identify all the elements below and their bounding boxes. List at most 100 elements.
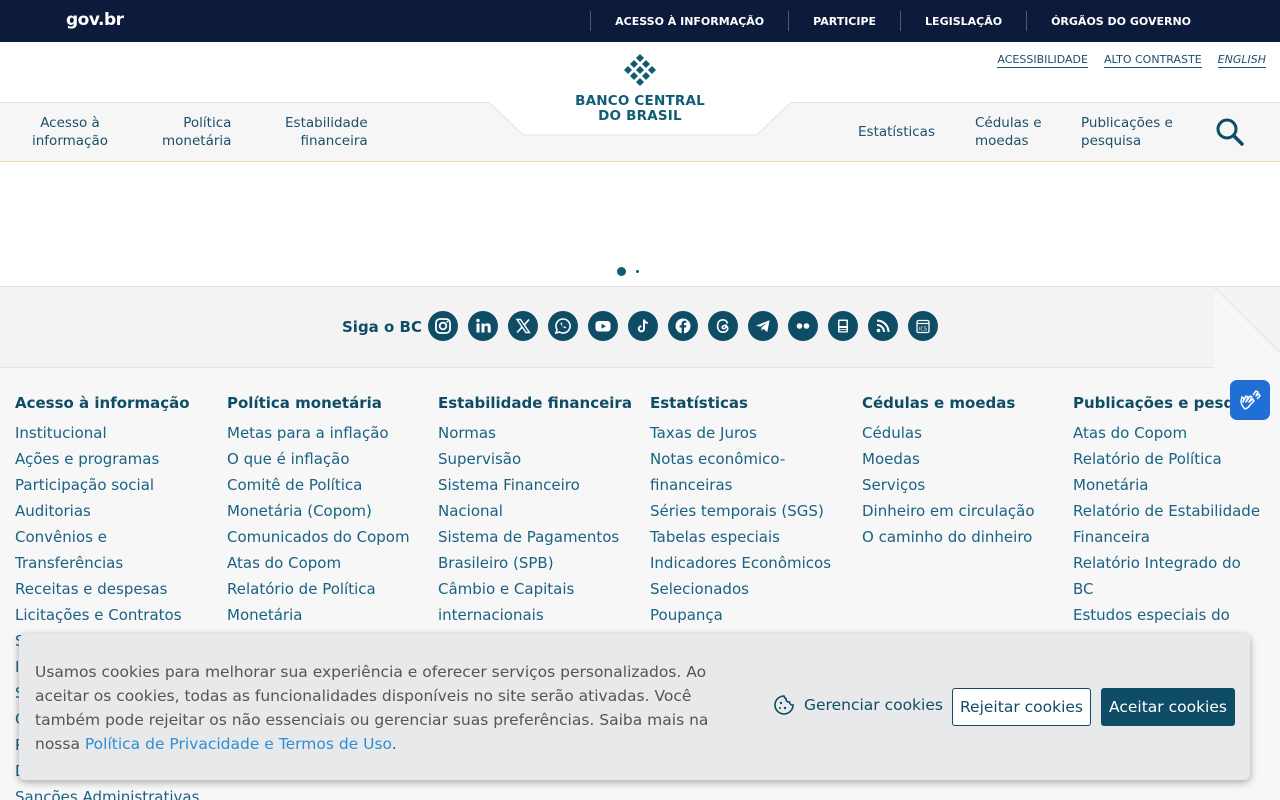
footer-column-title[interactable]: Estatísticas: [650, 394, 855, 412]
footer-link[interactable]: Sistema Financeiro: [438, 472, 643, 498]
nav-estatisticas[interactable]: Estatísticas: [858, 123, 935, 141]
utility-links: ACESSIBILIDADE ALTO CONTRASTE ENGLISH: [997, 53, 1266, 68]
footer-link[interactable]: Poupança: [650, 602, 855, 628]
nav-cedulas-moedas[interactable]: Cédulas e moedas: [975, 114, 1042, 150]
footer-link[interactable]: Monetária: [1073, 472, 1263, 498]
cookie-icon: [774, 695, 794, 715]
footer-link[interactable]: Transferências: [15, 550, 220, 576]
footer-link[interactable]: Nacional: [438, 498, 643, 524]
high-contrast-link[interactable]: ALTO CONTRASTE: [1103, 53, 1202, 68]
telegram-icon[interactable]: [748, 311, 778, 341]
x-twitter-icon[interactable]: [508, 311, 538, 341]
nav-label: Publicações e: [1081, 115, 1173, 131]
footer-link[interactable]: Tabelas especiais: [650, 524, 855, 550]
footer-link[interactable]: Participação social: [15, 472, 220, 498]
carousel-dot[interactable]: [636, 270, 639, 273]
bcb-logo-line1: BANCO CENTRAL: [575, 93, 705, 109]
nav-politica-monetaria[interactable]: Política monetária: [162, 114, 231, 150]
nav-label: monetária: [162, 133, 232, 149]
footer-link[interactable]: Selecionados: [650, 576, 855, 602]
footer-link[interactable]: Câmbio e Capitais: [438, 576, 643, 602]
footer-link[interactable]: Moedas: [862, 446, 1067, 472]
cookie-message-end: .: [391, 735, 397, 753]
footer-link[interactable]: Receitas e despesas: [15, 576, 220, 602]
footer-link[interactable]: Normas: [438, 420, 643, 446]
govbr-link-legislacao[interactable]: LEGISLAÇÃO: [901, 15, 1026, 28]
footer-link[interactable]: Monetária: [227, 602, 432, 628]
bcb-logo[interactable]: BANCO CENTRAL DO BRASIL: [560, 52, 720, 128]
facebook-icon[interactable]: [668, 311, 698, 341]
footer-link[interactable]: O caminho do dinheiro: [862, 524, 1067, 550]
tiktok-icon[interactable]: [628, 311, 658, 341]
footer-link[interactable]: Sistema de Pagamentos: [438, 524, 643, 550]
footer-link[interactable]: Indicadores Econômicos: [650, 550, 855, 576]
accept-cookies-button[interactable]: Aceitar cookies: [1101, 688, 1235, 726]
footer-link[interactable]: Cédulas: [862, 420, 1067, 446]
footer-column-title[interactable]: Política monetária: [227, 394, 432, 412]
footer-link[interactable]: Dinheiro em circulação: [862, 498, 1067, 524]
instagram-icon[interactable]: [428, 311, 458, 341]
nav-label: informação: [32, 133, 109, 149]
english-link[interactable]: ENGLISH: [1217, 53, 1266, 68]
manage-cookies-button[interactable]: Gerenciar cookies: [773, 694, 943, 716]
footer-link[interactable]: Atas do Copom: [1073, 420, 1263, 446]
nav-acesso-informacao[interactable]: Acesso à informação: [32, 114, 108, 150]
flickr-icon[interactable]: [788, 311, 818, 341]
footer-link[interactable]: Brasileiro (SPB): [438, 550, 643, 576]
nav-label: financeira: [300, 133, 368, 149]
search-button[interactable]: [1214, 116, 1246, 148]
footer-link[interactable]: internacionais: [438, 602, 643, 628]
footer-link[interactable]: Séries temporais (SGS): [650, 498, 855, 524]
footer-link[interactable]: Sanções Administrativas: [15, 784, 220, 800]
footer-column-title[interactable]: Cédulas e moedas: [862, 394, 1067, 412]
vlibras-button[interactable]: [1230, 380, 1270, 420]
footer-column-title[interactable]: Acesso à informação: [15, 394, 220, 412]
govbr-logo[interactable]: gov.br: [66, 10, 124, 30]
footer-link[interactable]: Relatório de Estabilidade: [1073, 498, 1263, 524]
footer-link[interactable]: Notas econômico-: [650, 446, 855, 472]
footer-link[interactable]: O que é inflação: [227, 446, 432, 472]
rss-icon[interactable]: [868, 311, 898, 341]
footer-link[interactable]: Institucional: [15, 420, 220, 446]
footer-link[interactable]: Supervisão: [438, 446, 643, 472]
footer-link[interactable]: Relatório de Política: [227, 576, 432, 602]
footer-column-estabilidade: Estabilidade financeira Normas Supervisão S…: [438, 394, 643, 628]
govbr-link-participe[interactable]: PARTICIPE: [789, 15, 900, 28]
govbr-link-orgaos[interactable]: ÓRGÃOS DO GOVERNO: [1027, 15, 1215, 28]
calendar-ics-icon[interactable]: ICS: [908, 311, 938, 341]
footer-link[interactable]: Metas para a inflação: [227, 420, 432, 446]
news-icon[interactable]: [828, 311, 858, 341]
footer-link[interactable]: Serviços: [862, 472, 1067, 498]
nav-estabilidade-financeira[interactable]: Estabilidade financeira: [285, 114, 368, 150]
reject-cookies-button[interactable]: Rejeitar cookies: [952, 688, 1091, 726]
footer-column-title[interactable]: Estabilidade financeira: [438, 394, 643, 412]
threads-icon[interactable]: [708, 311, 738, 341]
youtube-icon[interactable]: [588, 311, 618, 341]
follow-label: Siga o BC: [342, 318, 422, 336]
footer-link[interactable]: Comunicados do Copom: [227, 524, 432, 550]
footer-link[interactable]: Comitê de Política: [227, 472, 432, 498]
footer-link[interactable]: Relatório Integrado do BC: [1073, 550, 1263, 602]
footer-link[interactable]: Auditorias: [15, 498, 220, 524]
accessibility-link[interactable]: ACESSIBILIDADE: [997, 53, 1088, 68]
govbr-link-acesso[interactable]: ACESSO À INFORMAÇÃO: [591, 15, 788, 28]
footer-link[interactable]: Licitações e Contratos: [15, 602, 220, 628]
nav-publicacoes-pesquisa[interactable]: Publicações e pesquisa: [1081, 114, 1173, 150]
nav-label: Acesso à: [40, 115, 100, 131]
footer-link[interactable]: Relatório de Política: [1073, 446, 1263, 472]
carousel-dot-active[interactable]: [617, 267, 626, 276]
footer-link[interactable]: Financeira: [1073, 524, 1263, 550]
footer-link[interactable]: Estudos especiais do: [1073, 602, 1263, 628]
linkedin-icon[interactable]: [468, 311, 498, 341]
svg-text:ICS: ICS: [919, 326, 927, 332]
footer-link[interactable]: Monetária (Copom): [227, 498, 432, 524]
whatsapp-icon[interactable]: [548, 311, 578, 341]
footer-column-politica: Política monetária Metas para a inflação O…: [227, 394, 432, 628]
footer-column-cedulas: Cédulas e moedas Cédulas Moedas Serviços Din…: [862, 394, 1067, 550]
footer-link[interactable]: financeiras: [650, 472, 855, 498]
privacy-policy-link[interactable]: Política de Privacidade e Termos de Uso: [85, 735, 392, 753]
footer-link[interactable]: Ações e programas: [15, 446, 220, 472]
footer-link[interactable]: Convênios e: [15, 524, 220, 550]
footer-link[interactable]: Taxas de Juros: [650, 420, 855, 446]
footer-link[interactable]: Atas do Copom: [227, 550, 432, 576]
